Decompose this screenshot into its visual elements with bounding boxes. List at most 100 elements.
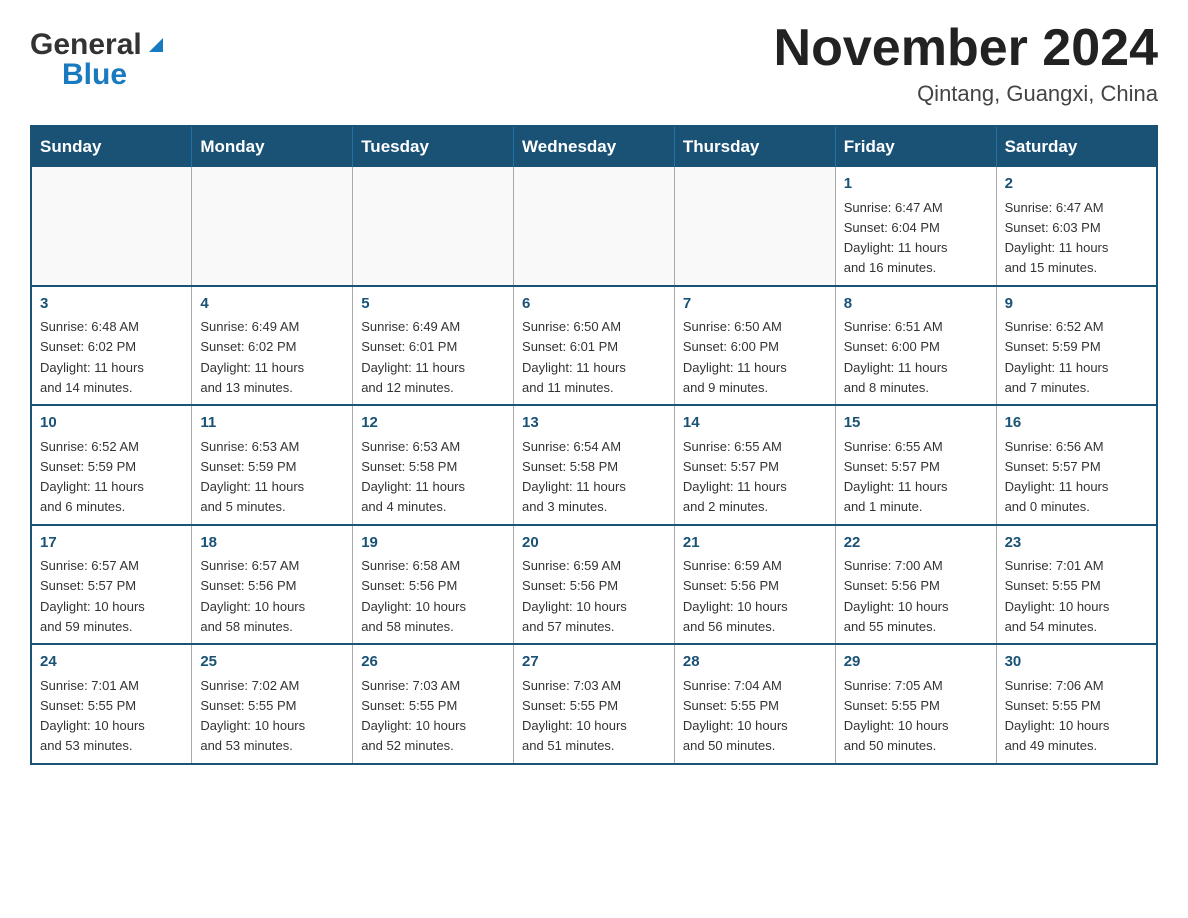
col-header-monday: Monday [192,126,353,167]
day-info: Sunrise: 6:58 AMSunset: 5:56 PMDaylight:… [361,558,466,634]
day-number: 16 [1005,412,1148,435]
day-number: 25 [200,651,344,674]
day-number: 13 [522,412,666,435]
calendar-cell: 14 Sunrise: 6:55 AMSunset: 5:57 PMDayligh… [674,405,835,525]
calendar-cell: 5Sunrise: 6:49 AMSunset: 6:01 PMDaylight… [353,286,514,406]
day-info: Sunrise: 7:01 AMSunset: 5:55 PMDaylight:… [1005,558,1110,634]
calendar-cell [353,167,514,286]
calendar-cell: 19 Sunrise: 6:58 AMSunset: 5:56 PMDayligh… [353,525,514,645]
calendar-cell [31,167,192,286]
calendar-cell: 16 Sunrise: 6:56 AMSunset: 5:57 PMDayligh… [996,405,1157,525]
day-info: Sunrise: 6:53 AMSunset: 5:58 PMDaylight:… [361,439,465,515]
calendar-cell: 12 Sunrise: 6:53 AMSunset: 5:58 PMDayligh… [353,405,514,525]
logo: General Blue [30,28,167,92]
day-info: Sunrise: 6:57 AMSunset: 5:56 PMDaylight:… [200,558,305,634]
day-number: 8 [844,293,988,316]
day-info: Sunrise: 7:03 AMSunset: 5:55 PMDaylight:… [522,678,627,754]
day-number: 9 [1005,293,1148,316]
day-number: 20 [522,532,666,555]
day-number: 15 [844,412,988,435]
day-info: Sunrise: 7:06 AMSunset: 5:55 PMDaylight:… [1005,678,1110,754]
calendar-table: SundayMondayTuesdayWednesdayThursdayFrid… [30,125,1158,765]
day-info: Sunrise: 6:56 AMSunset: 5:57 PMDaylight:… [1005,439,1109,515]
calendar-cell: 1 Sunrise: 6:47 AMSunset: 6:04 PMDaylight… [835,167,996,286]
day-info: Sunrise: 7:02 AMSunset: 5:55 PMDaylight:… [200,678,305,754]
day-info: Sunrise: 6:57 AMSunset: 5:57 PMDaylight:… [40,558,145,634]
day-number: 3 [40,293,183,316]
logo-triangle-icon [145,34,167,56]
calendar-cell: 22 Sunrise: 7:00 AMSunset: 5:56 PMDayligh… [835,525,996,645]
day-number: 11 [200,412,344,435]
day-number: 10 [40,412,183,435]
calendar-week-1: 3 Sunrise: 6:48 AMSunset: 6:02 PMDaylight… [31,286,1157,406]
day-info: Sunrise: 7:00 AMSunset: 5:56 PMDaylight:… [844,558,949,634]
calendar-cell: 18Sunrise: 6:57 AMSunset: 5:56 PMDayligh… [192,525,353,645]
calendar-cell [192,167,353,286]
day-info: Sunrise: 6:50 AMSunset: 6:00 PMDaylight:… [683,319,787,395]
day-number: 22 [844,532,988,555]
calendar-week-3: 17 Sunrise: 6:57 AMSunset: 5:57 PMDayligh… [31,525,1157,645]
logo-blue-text: Blue [62,58,127,92]
day-number: 17 [40,532,183,555]
day-info: Sunrise: 6:47 AMSunset: 6:04 PMDaylight:… [844,200,948,276]
day-info: Sunrise: 7:05 AMSunset: 5:55 PMDaylight:… [844,678,949,754]
calendar-week-2: 10 Sunrise: 6:52 AMSunset: 5:59 PMDayligh… [31,405,1157,525]
day-info: Sunrise: 6:52 AMSunset: 5:59 PMDaylight:… [40,439,144,515]
day-info: Sunrise: 6:59 AMSunset: 5:56 PMDaylight:… [522,558,627,634]
day-info: Sunrise: 6:54 AMSunset: 5:58 PMDaylight:… [522,439,626,515]
calendar-cell: 2Sunrise: 6:47 AMSunset: 6:03 PMDaylight… [996,167,1157,286]
calendar-cell: 4 Sunrise: 6:49 AMSunset: 6:02 PMDaylight… [192,286,353,406]
day-number: 19 [361,532,505,555]
day-number: 6 [522,293,666,316]
calendar-cell: 27 Sunrise: 7:03 AMSunset: 5:55 PMDayligh… [514,644,675,764]
day-number: 7 [683,293,827,316]
day-info: Sunrise: 6:48 AMSunset: 6:02 PMDaylight:… [40,319,144,395]
day-number: 29 [844,651,988,674]
col-header-wednesday: Wednesday [514,126,675,167]
day-number: 2 [1005,173,1148,196]
calendar-cell: 21Sunrise: 6:59 AMSunset: 5:56 PMDayligh… [674,525,835,645]
col-header-sunday: Sunday [31,126,192,167]
title-block: November 2024 Qintang, Guangxi, China [774,20,1158,107]
calendar-cell: 9 Sunrise: 6:52 AMSunset: 5:59 PMDaylight… [996,286,1157,406]
col-header-friday: Friday [835,126,996,167]
calendar-cell [514,167,675,286]
day-info: Sunrise: 6:53 AMSunset: 5:59 PMDaylight:… [200,439,304,515]
col-header-saturday: Saturday [996,126,1157,167]
day-number: 28 [683,651,827,674]
month-title: November 2024 [774,20,1158,77]
day-number: 30 [1005,651,1148,674]
day-number: 26 [361,651,505,674]
day-number: 4 [200,293,344,316]
calendar-cell: 20 Sunrise: 6:59 AMSunset: 5:56 PMDayligh… [514,525,675,645]
calendar-week-4: 24Sunrise: 7:01 AMSunset: 5:55 PMDayligh… [31,644,1157,764]
day-info: Sunrise: 6:50 AMSunset: 6:01 PMDaylight:… [522,319,626,395]
day-info: Sunrise: 6:55 AMSunset: 5:57 PMDaylight:… [844,439,948,515]
col-header-tuesday: Tuesday [353,126,514,167]
calendar-cell: 3 Sunrise: 6:48 AMSunset: 6:02 PMDaylight… [31,286,192,406]
day-info: Sunrise: 6:55 AMSunset: 5:57 PMDaylight:… [683,439,787,515]
calendar-cell: 15 Sunrise: 6:55 AMSunset: 5:57 PMDayligh… [835,405,996,525]
col-header-thursday: Thursday [674,126,835,167]
day-info: Sunrise: 7:04 AMSunset: 5:55 PMDaylight:… [683,678,788,754]
location-text: Qintang, Guangxi, China [774,81,1158,107]
day-number: 1 [844,173,988,196]
day-info: Sunrise: 6:52 AMSunset: 5:59 PMDaylight:… [1005,319,1109,395]
calendar-week-0: 1 Sunrise: 6:47 AMSunset: 6:04 PMDaylight… [31,167,1157,286]
day-number: 14 [683,412,827,435]
day-info: Sunrise: 7:01 AMSunset: 5:55 PMDaylight:… [40,678,145,754]
day-number: 12 [361,412,505,435]
day-info: Sunrise: 6:49 AMSunset: 6:02 PMDaylight:… [200,319,304,395]
calendar-cell: 23 Sunrise: 7:01 AMSunset: 5:55 PMDayligh… [996,525,1157,645]
calendar-cell: 11 Sunrise: 6:53 AMSunset: 5:59 PMDayligh… [192,405,353,525]
day-number: 27 [522,651,666,674]
day-number: 23 [1005,532,1148,555]
calendar-cell: 30 Sunrise: 7:06 AMSunset: 5:55 PMDayligh… [996,644,1157,764]
day-info: Sunrise: 6:51 AMSunset: 6:00 PMDaylight:… [844,319,948,395]
day-info: Sunrise: 7:03 AMSunset: 5:55 PMDaylight:… [361,678,466,754]
calendar-cell: 24Sunrise: 7:01 AMSunset: 5:55 PMDayligh… [31,644,192,764]
calendar-cell: 6 Sunrise: 6:50 AMSunset: 6:01 PMDaylight… [514,286,675,406]
calendar-cell [674,167,835,286]
day-number: 5 [361,293,505,316]
day-number: 21 [683,532,827,555]
